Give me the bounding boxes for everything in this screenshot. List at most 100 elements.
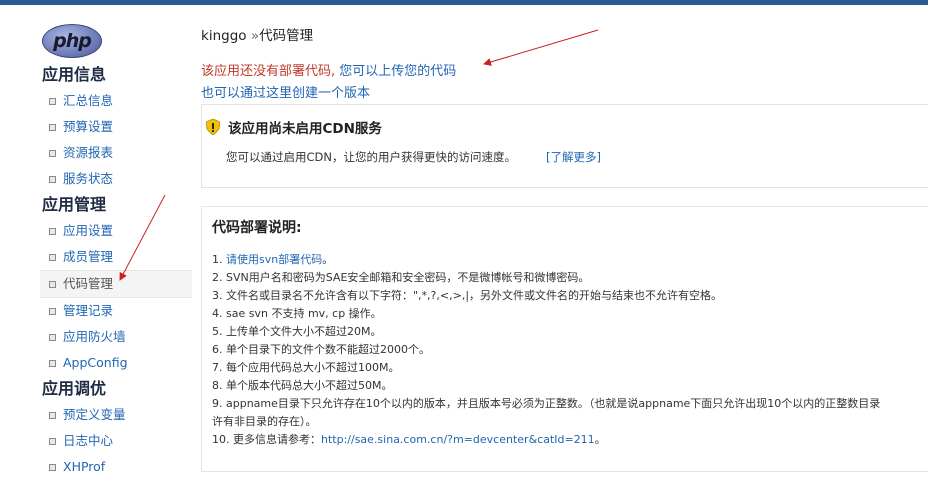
- cdn-description-text: 您可以通过启用CDN，让您的用户获得更快的访问速度。: [226, 150, 516, 164]
- deploy-rule: 许有非目录的存在）。: [212, 413, 928, 431]
- sidebar-item[interactable]: 应用防火墙: [40, 324, 188, 350]
- logo-text: php: [53, 30, 92, 52]
- breadcrumb-app[interactable]: kinggo: [201, 28, 247, 44]
- devcenter-link[interactable]: http://sae.sina.com.cn/?m=devcenter&catI…: [321, 433, 595, 446]
- rule-text: 。: [322, 253, 334, 266]
- no-code-warning: 该应用还没有部署代码, 您可以上传您的代码: [201, 60, 456, 79]
- sidebar-item-label: 汇总信息: [63, 93, 114, 108]
- rule-text: SVN用户名和密码为SAE安全邮箱和安全密码，不是微博帐号和微博密码。: [226, 271, 590, 284]
- sidebar-item[interactable]: 汇总信息: [40, 88, 188, 114]
- rule-text: appname目录下只允许存在10个以内的版本，并且版本号必须为正整数。（也就是…: [226, 397, 881, 410]
- deploy-rule: 6. 单个目录下的文件个数不能超过2000个。: [212, 341, 928, 359]
- sidebar-item-label: 应用设置: [63, 223, 114, 238]
- arrow-to-upload: [483, 29, 599, 66]
- sidebar-item-label: 应用防火墙: [63, 329, 126, 344]
- sidebar-item[interactable]: 管理记录: [40, 298, 188, 324]
- deploy-rule: 8. 单个版本代码总大小不超过50M。: [212, 377, 928, 395]
- rule-text: 单个版本代码总大小不超过50M。: [226, 379, 393, 392]
- bullet-icon: [49, 359, 56, 367]
- bullet-icon: [49, 333, 56, 341]
- sidebar-item-label: AppConfig: [63, 355, 128, 370]
- sidebar-item-label: 成员管理: [63, 249, 114, 264]
- deploy-title: 代码部署说明:: [212, 220, 302, 236]
- rule-number: 3.: [212, 289, 226, 302]
- deploy-rules-list: 1. 请使用svn部署代码。 2. SVN用户名和密码为SAE安全邮箱和安全密码，…: [212, 251, 928, 449]
- sidebar-section-title: 应用管理: [42, 195, 107, 214]
- sidebar-item-label: 预定义变量: [63, 407, 126, 422]
- sidebar-item[interactable]: 预定义变量: [40, 402, 188, 428]
- sidebar-item[interactable]: 服务状态: [40, 166, 188, 192]
- rule-suffix: 。: [594, 433, 606, 446]
- bullet-icon: [49, 307, 56, 315]
- bullet-icon: [49, 253, 56, 261]
- sidebar-item-label: XHProf: [63, 459, 106, 474]
- no-code-text: 该应用还没有部署代码,: [201, 64, 340, 79]
- learn-more-link[interactable]: [了解更多]: [546, 150, 601, 164]
- deploy-rule: 10. 更多信息请参考：http://sae.sina.com.cn/?m=de…: [212, 431, 928, 449]
- cdn-notice-box: 该应用尚未启用CDN服务 您可以通过启用CDN，让您的用户获得更快的访问速度。 […: [201, 104, 928, 188]
- php-logo[interactable]: php: [42, 24, 102, 58]
- breadcrumb: kinggo »代码管理: [201, 24, 313, 44]
- sidebar-section-title: 应用信息: [42, 65, 107, 84]
- cdn-title-text: 该应用尚未启用CDN服务: [228, 121, 382, 137]
- rule-number: 1.: [212, 253, 226, 266]
- sidebar-item[interactable]: 代码管理: [40, 270, 192, 298]
- sidebar-item[interactable]: 日志中心: [40, 428, 188, 454]
- rule-number: 7.: [212, 361, 226, 374]
- sidebar-item[interactable]: XHProf: [40, 454, 188, 480]
- rule-number: 2.: [212, 271, 226, 284]
- shield-warning-icon: [206, 119, 220, 135]
- sidebar-item-label: 代码管理: [63, 276, 114, 291]
- rule-text: 单个目录下的文件个数不能超过2000个。: [226, 343, 430, 356]
- sidebar-item-label: 资源报表: [63, 145, 114, 160]
- deploy-instructions-box: 代码部署说明: 1. 请使用svn部署代码。 2. SVN用户名和密码为SAE安全…: [201, 206, 928, 472]
- deploy-rule: 4. sae svn 不支持 mv, cp 操作。: [212, 305, 928, 323]
- rule-text: sae svn 不支持 mv, cp 操作。: [226, 307, 382, 320]
- sidebar-section-title: 应用调优: [42, 379, 107, 398]
- sidebar-item-label: 服务状态: [63, 171, 114, 186]
- rule-text: 更多信息请参考：: [233, 433, 321, 446]
- sidebar-item[interactable]: AppConfig: [40, 350, 188, 376]
- upload-code-link[interactable]: 您可以上传您的代码: [339, 64, 456, 79]
- deploy-rule: 9. appname目录下只允许存在10个以内的版本，并且版本号必须为正整数。（…: [212, 395, 928, 413]
- breadcrumb-current: 代码管理: [259, 28, 314, 44]
- sidebar-item[interactable]: 资源报表: [40, 140, 188, 166]
- bullet-icon: [49, 280, 56, 288]
- cdn-description: 您可以通过启用CDN，让您的用户获得更快的访问速度。 [了解更多]: [226, 149, 601, 165]
- sidebar-item[interactable]: 预算设置: [40, 114, 188, 140]
- rule-text: 许有非目录的存在）。: [212, 415, 317, 428]
- top-bar: [0, 0, 928, 5]
- sidebar: 应用信息汇总信息预算设置资源报表服务状态应用管理应用设置成员管理代码管理管理记录…: [40, 62, 192, 480]
- deploy-rule: 2. SVN用户名和密码为SAE安全邮箱和安全密码，不是微博帐号和微博密码。: [212, 269, 928, 287]
- cdn-title: 该应用尚未启用CDN服务: [206, 117, 382, 137]
- sidebar-item-label: 日志中心: [63, 433, 114, 448]
- deploy-rule: 7. 每个应用代码总大小不超过100M。: [212, 359, 928, 377]
- rule-text: 每个应用代码总大小不超过100M。: [226, 361, 400, 374]
- deploy-rule: 3. 文件名或目录名不允许含有以下字符：",*,?,<,>,|，另外文件或文件名…: [212, 287, 928, 305]
- deploy-rule: 1. 请使用svn部署代码。: [212, 251, 928, 269]
- sidebar-item[interactable]: 成员管理: [40, 244, 188, 270]
- bullet-icon: [49, 97, 56, 105]
- sidebar-item[interactable]: 应用设置: [40, 218, 188, 244]
- rule-text: 文件名或目录名不允许含有以下字符：",*,?,<,>,|，另外文件或文件名的开始…: [226, 289, 723, 302]
- rule-number: 5.: [212, 325, 226, 338]
- bullet-icon: [49, 175, 56, 183]
- rule-number: 10.: [212, 433, 233, 446]
- deploy-rule: 5. 上传单个文件大小不超过20M。: [212, 323, 928, 341]
- rule-text: 上传单个文件大小不超过20M。: [226, 325, 382, 338]
- sidebar-item-label: 预算设置: [63, 119, 114, 134]
- bullet-icon: [49, 411, 56, 419]
- rule-number: 6.: [212, 343, 226, 356]
- bullet-icon: [49, 437, 56, 445]
- create-version-link[interactable]: 也可以通过这里创建一个版本: [201, 82, 370, 101]
- breadcrumb-separator: »: [246, 28, 260, 44]
- rule-number: 9.: [212, 397, 226, 410]
- bullet-icon: [49, 123, 56, 131]
- sidebar-item-label: 管理记录: [63, 303, 114, 318]
- rule-number: 4.: [212, 307, 226, 320]
- rule-number: 8.: [212, 379, 226, 392]
- svn-deploy-link[interactable]: 请使用svn部署代码: [226, 253, 322, 266]
- bullet-icon: [49, 227, 56, 235]
- bullet-icon: [49, 463, 56, 471]
- bullet-icon: [49, 149, 56, 157]
